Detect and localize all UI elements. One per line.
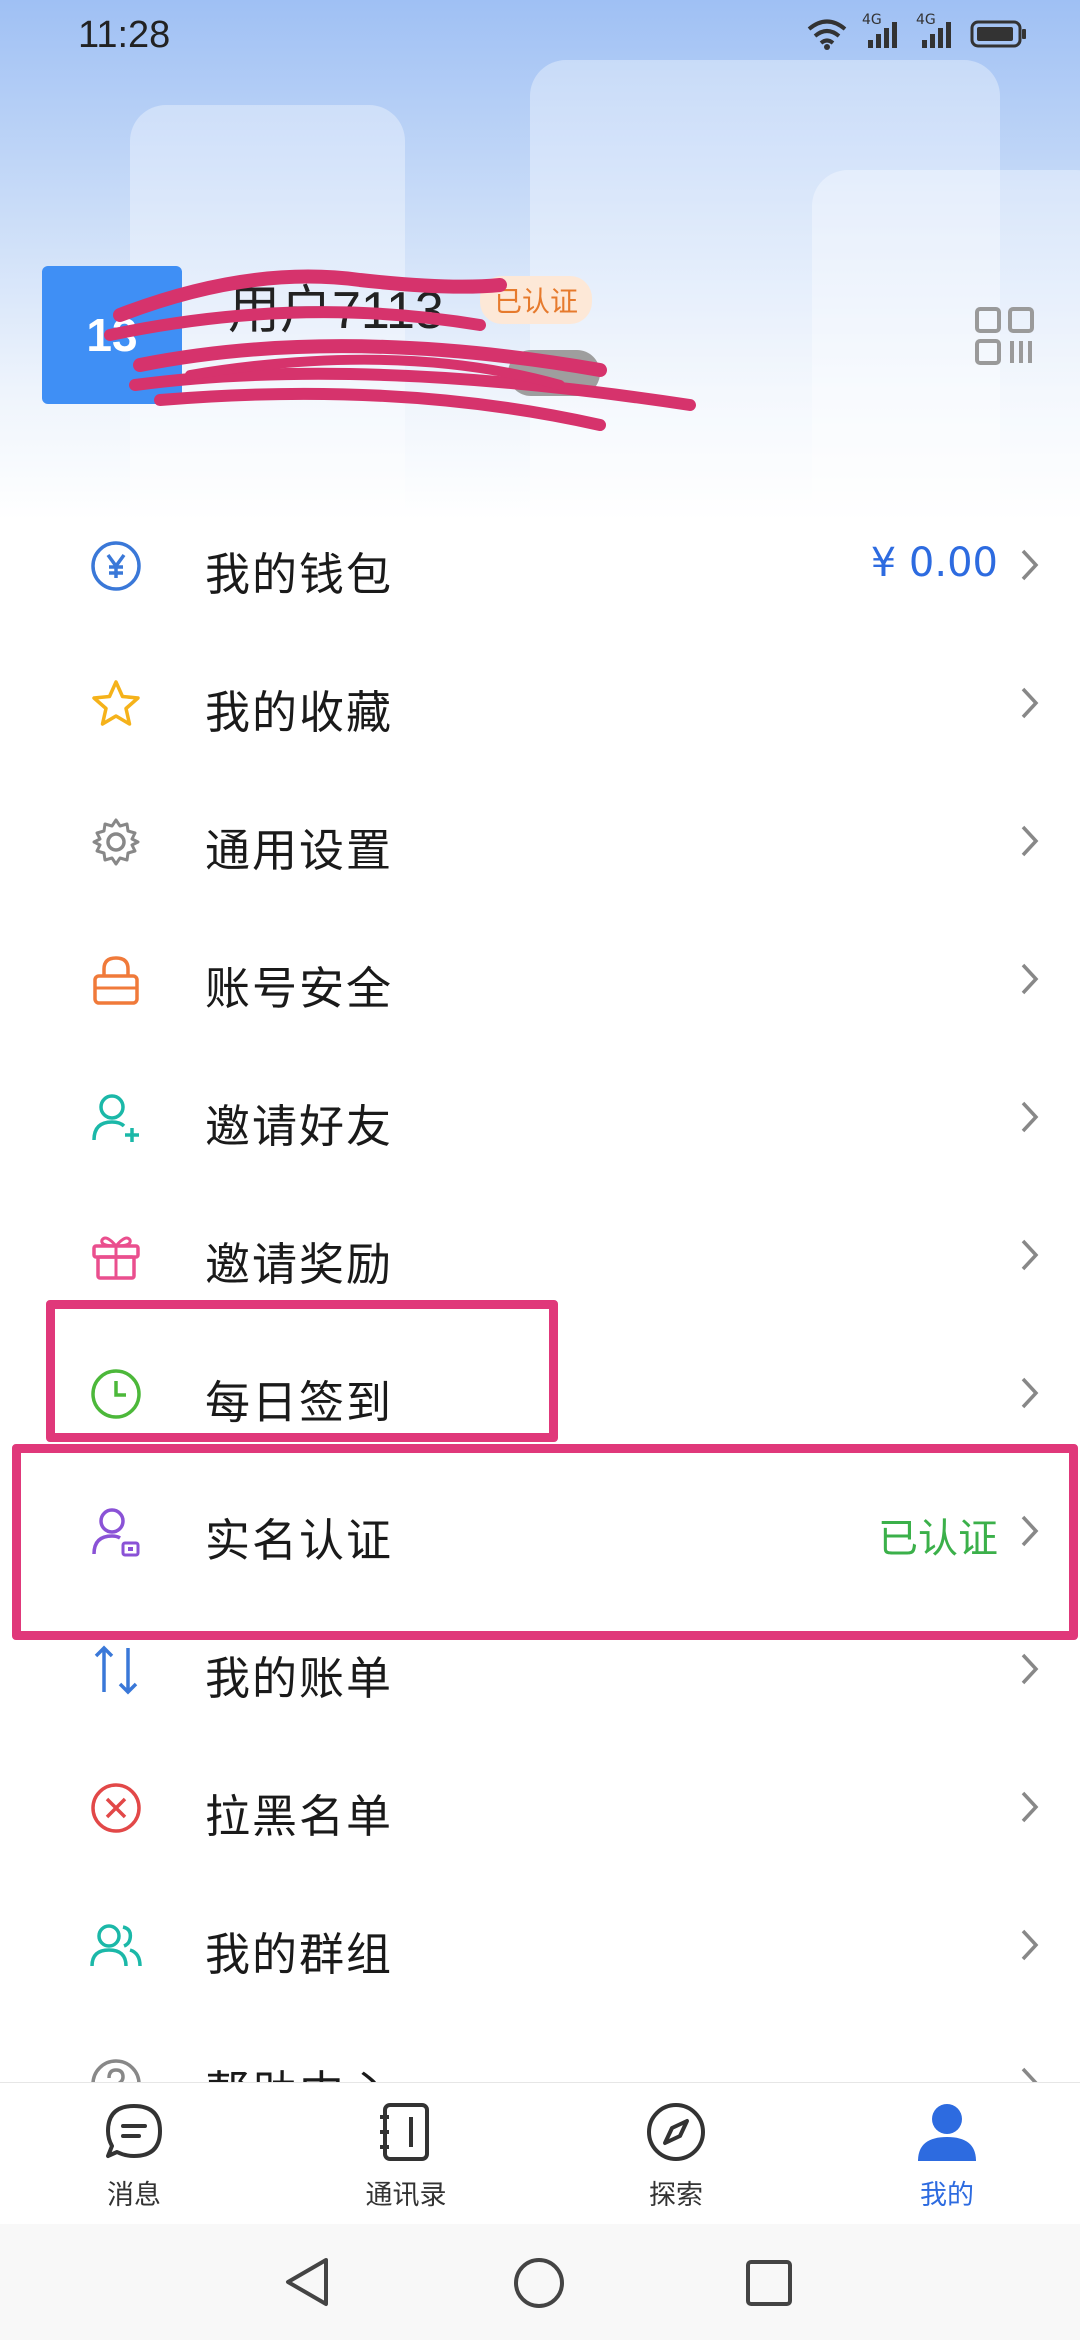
menu-label: 邀请奖励 — [205, 1238, 394, 1291]
lock-icon — [93, 956, 139, 1005]
wallet-balance: ¥ 0.00 — [870, 540, 998, 586]
recent-apps-icon[interactable] — [744, 2258, 794, 2308]
signal-icon: 4G — [916, 12, 956, 50]
tab-contacts[interactable]: 通讯录 — [316, 2101, 496, 2212]
tab-label: 消息 — [107, 2180, 161, 2211]
chevron-right-icon — [1021, 549, 1039, 581]
chevron-right-icon — [1021, 825, 1039, 857]
menu-label: 我的群组 — [205, 1928, 394, 1981]
menu-label: 拉黑名单 — [205, 1790, 394, 1843]
chevron-right-icon — [1021, 1239, 1039, 1271]
chevron-right-icon — [1021, 1653, 1039, 1685]
menu-label: 我的钱包 — [205, 548, 394, 601]
bottom-tab-bar: 消息 通讯录 探索 我的 — [0, 2082, 1080, 2225]
system-nav-bar — [0, 2224, 1080, 2340]
chevron-right-icon — [1021, 687, 1039, 719]
contacts-icon — [380, 2103, 429, 2161]
chevron-right-icon — [1021, 1791, 1039, 1823]
wallet-icon — [91, 541, 141, 591]
signal-icon: 4G — [862, 12, 902, 50]
menu-item-my-groups[interactable]: 我的群组 — [0, 1876, 1080, 2014]
menu-label: 我的账单 — [205, 1652, 394, 1705]
status-bar: 11:28 4G 4G — [0, 0, 1080, 76]
menu-item-invite-friends[interactable]: 邀请好友 — [0, 1048, 1080, 1186]
tab-label: 通讯录 — [365, 2180, 447, 2211]
message-icon — [106, 2104, 162, 2158]
star-icon — [92, 680, 140, 726]
tab-profile[interactable]: 我的 — [857, 2101, 1037, 2212]
chevron-right-icon — [1021, 1101, 1039, 1133]
chevron-right-icon — [1021, 1377, 1039, 1409]
wifi-icon — [807, 19, 847, 50]
menu-item-favorites[interactable]: 我的收藏 — [0, 634, 1080, 772]
status-icons: 4G 4G — [806, 12, 1028, 50]
status-time: 11:28 — [78, 14, 171, 56]
battery-icon — [970, 20, 1026, 48]
group-icon — [90, 1924, 142, 1967]
home-icon[interactable] — [512, 2256, 566, 2310]
menu-item-general-settings[interactable]: 通用设置 — [0, 772, 1080, 910]
menu-item-account-security[interactable]: 账号安全 — [0, 910, 1080, 1048]
menu-label: 我的收藏 — [205, 686, 394, 739]
tab-messages[interactable]: 消息 — [44, 2101, 224, 2212]
profile-icon — [918, 2104, 976, 2161]
header-decoration — [812, 170, 1080, 520]
highlight-real-name-verification — [12, 1444, 1078, 1640]
menu-label: 通用设置 — [205, 824, 394, 877]
block-icon — [91, 1783, 141, 1833]
redaction-scribble — [104, 269, 696, 431]
tab-label: 我的 — [920, 2180, 974, 2211]
menu-label: 账号安全 — [205, 962, 394, 1015]
tab-label: 探索 — [649, 2180, 703, 2211]
highlight-daily-checkin — [46, 1300, 558, 1442]
gift-icon — [92, 1236, 140, 1280]
chevron-right-icon — [1021, 1929, 1039, 1961]
chevron-right-icon — [1021, 963, 1039, 995]
menu-item-blacklist[interactable]: 拉黑名单 — [0, 1738, 1080, 1876]
tab-explore[interactable]: 探索 — [586, 2101, 766, 2212]
compass-icon — [647, 2103, 705, 2161]
qr-code-icon[interactable] — [974, 306, 1036, 366]
menu-label: 邀请好友 — [205, 1100, 394, 1153]
back-icon[interactable] — [282, 2256, 332, 2308]
menu-item-wallet[interactable]: 我的钱包 ¥ 0.00 — [0, 496, 1080, 634]
add-friend-icon — [92, 1094, 139, 1142]
bill-icon — [94, 1645, 138, 1695]
gear-icon — [92, 818, 140, 866]
